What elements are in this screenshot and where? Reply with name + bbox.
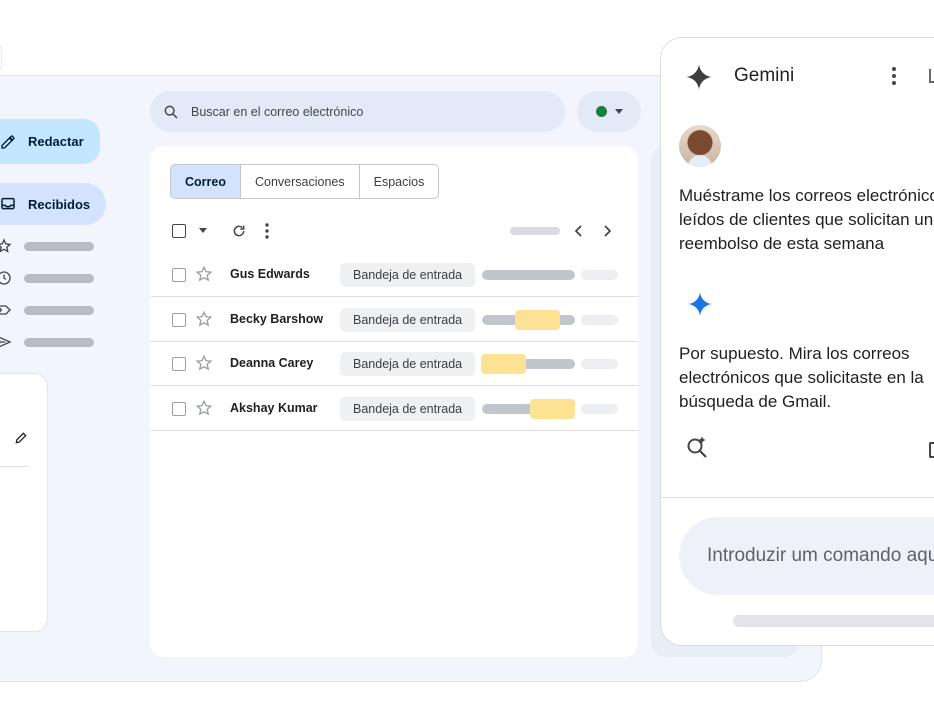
gemini-title: Gemini [734, 65, 795, 86]
inbox-label-chip: Bandeja de entrada [340, 352, 476, 376]
next-page-button[interactable] [598, 220, 616, 242]
sidebar-item-important[interactable] [0, 302, 100, 318]
row-checkbox[interactable] [172, 357, 186, 371]
status-selector[interactable] [577, 91, 641, 132]
date-placeholder [581, 315, 618, 325]
window-ghost [0, 40, 2, 76]
star-icon[interactable] [195, 354, 213, 372]
gemini-response-sparkle-icon [688, 292, 712, 316]
sender-name: Deanna Carey [230, 356, 314, 370]
more-vert-icon[interactable] [884, 66, 904, 86]
more-vert-icon [265, 223, 269, 239]
edit-icon[interactable] [14, 431, 28, 445]
close-panel-icon[interactable] [929, 69, 934, 83]
search-icon [164, 105, 178, 119]
star-icon [0, 238, 12, 253]
email-row[interactable]: Gus Edwards Bandeja de entrada [150, 253, 638, 297]
label-icon [0, 305, 11, 315]
row-checkbox[interactable] [172, 268, 186, 282]
snippet-highlight [530, 399, 575, 419]
sidebar-item-snoozed[interactable] [0, 270, 100, 286]
select-all-checkbox[interactable] [170, 220, 188, 242]
inbox-label: Recibidos [28, 196, 91, 212]
inbox-label-chip: Bandeja de entrada [340, 397, 476, 421]
row-checkbox[interactable] [172, 313, 186, 327]
snippet-highlight [481, 354, 526, 374]
search-spark-icon[interactable] [685, 435, 709, 459]
compose-button[interactable]: Redactar [0, 119, 100, 164]
chevron-right-icon [604, 225, 611, 237]
star-icon[interactable] [195, 265, 213, 283]
avatar [679, 125, 721, 167]
copy-icon[interactable] [929, 442, 934, 458]
divider [661, 497, 934, 498]
snippet-placeholder [482, 270, 575, 280]
inbox-label-chip: Bandeja de entrada [340, 308, 476, 332]
sidebar-item-sent[interactable] [0, 334, 100, 350]
more-options-button[interactable] [258, 220, 276, 242]
clock-icon [0, 271, 11, 285]
snippet-highlight [515, 310, 560, 330]
date-placeholder [581, 359, 618, 369]
gemini-panel: Gemini Muéstrame los correos electrónico… [660, 37, 934, 646]
sender-name: Akshay Kumar [230, 401, 318, 415]
send-icon [0, 336, 12, 348]
chevron-left-icon [575, 225, 582, 237]
sidebar-item-inbox[interactable]: Recibidos [0, 183, 106, 225]
star-icon[interactable] [195, 310, 213, 328]
sidebar-item-starred[interactable] [0, 238, 100, 254]
divider [0, 466, 29, 467]
gemini-prompt-input[interactable]: Introduzir um comando aqui [679, 517, 934, 595]
tab-espacios[interactable]: Espacios [360, 165, 439, 198]
tab-correo[interactable]: Correo [171, 165, 241, 198]
inbox-icon [1, 197, 15, 210]
tab-conversaciones[interactable]: Conversaciones [241, 165, 360, 198]
compose-label: Redactar [28, 134, 84, 149]
mail-panel: Correo Conversaciones Espacios Gus Edwar… [150, 146, 638, 657]
date-placeholder [581, 270, 618, 280]
sidebar-placeholder-bar [24, 337, 94, 347]
search-bar[interactable]: Buscar en el correo electrónico [150, 91, 565, 132]
app-stage: Redactar Recibidos Buscar en el correo e… [0, 0, 934, 701]
user-prompt: Muéstrame los correos electrónicos no le… [679, 186, 934, 253]
date-placeholder [581, 404, 618, 414]
disclaimer-placeholder [733, 615, 934, 627]
caret-down-icon [614, 108, 623, 114]
pencil-icon [1, 134, 15, 149]
caret-down-icon [199, 228, 207, 233]
star-icon[interactable] [195, 399, 213, 417]
prev-page-button[interactable] [570, 220, 588, 242]
inbox-label-chip: Bandeja de entrada [340, 263, 476, 287]
gemini-sparkle-icon [686, 64, 712, 90]
sidebar-placeholder-bar [24, 273, 94, 283]
mail-tabs: Correo Conversaciones Espacios [170, 164, 440, 199]
row-checkbox[interactable] [172, 402, 186, 416]
email-row[interactable]: Deanna Carey Bandeja de entrada [150, 342, 638, 386]
select-dropdown[interactable] [194, 220, 212, 242]
email-row[interactable]: Akshay Kumar Bandeja de entrada [150, 387, 638, 431]
email-row[interactable]: Becky Barshow Bandeja de entrada [150, 298, 638, 342]
pager-placeholder [510, 227, 560, 235]
sidebar-placeholder-bar [24, 305, 94, 315]
sender-name: Gus Edwards [230, 267, 310, 281]
mail-toolbar [170, 220, 620, 242]
side-card [0, 373, 48, 632]
sender-name: Becky Barshow [230, 312, 324, 326]
search-placeholder: Buscar en el correo electrónico [191, 104, 364, 119]
sidebar-placeholder-bar [24, 241, 94, 251]
gemini-answer: Por supuesto. Mira los correos electróni… [679, 344, 924, 411]
status-dot [595, 106, 607, 117]
refresh-icon [233, 225, 245, 237]
refresh-button[interactable] [228, 220, 250, 242]
